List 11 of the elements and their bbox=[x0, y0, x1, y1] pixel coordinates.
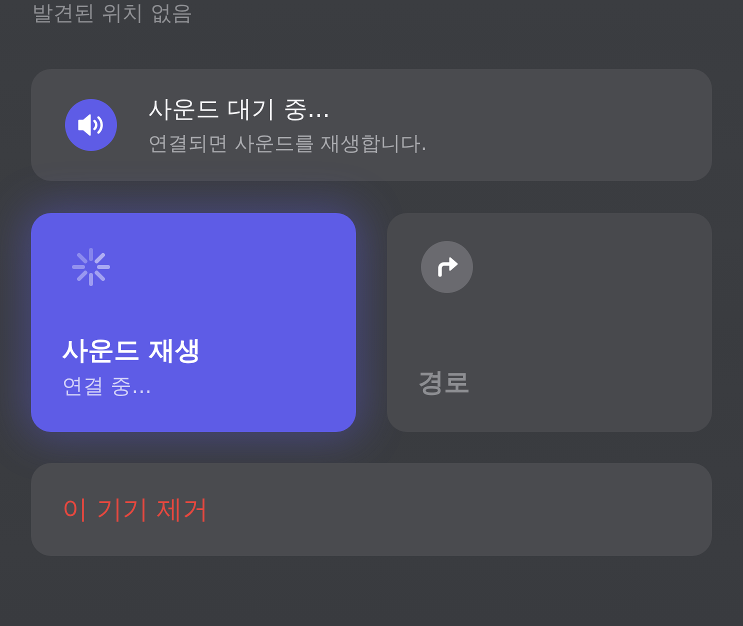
remove-device-button[interactable]: 이 기기 제거 bbox=[31, 463, 712, 556]
sound-status-subtitle: 연결되면 사운드를 재생합니다. bbox=[148, 130, 428, 156]
play-sound-tile[interactable]: 사운드 재생 연결 중... bbox=[31, 213, 356, 432]
sound-status-title: 사운드 대기 중... bbox=[148, 94, 332, 124]
tile-title: 경로 bbox=[418, 367, 470, 399]
speaker-icon bbox=[65, 99, 117, 151]
directions-tile[interactable]: 경로 bbox=[387, 213, 712, 432]
loading-spinner-icon bbox=[71, 247, 111, 287]
tile-status: 연결 중... bbox=[62, 373, 153, 399]
location-status-text: 발견된 위치 없음 bbox=[31, 0, 194, 26]
tile-title: 사운드 재생 bbox=[62, 335, 202, 367]
